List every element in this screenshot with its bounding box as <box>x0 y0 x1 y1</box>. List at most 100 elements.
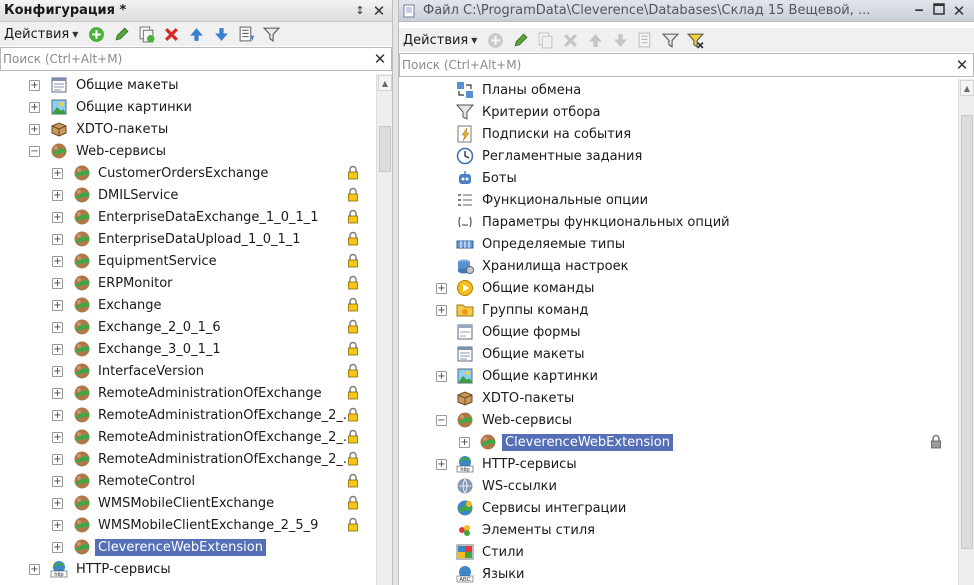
tree-item-remoteadministrationofexchange[interactable]: + RemoteAdministrationOfExchange <box>0 382 376 404</box>
vertical-scrollbar[interactable]: ▲ <box>376 74 392 585</box>
expand-icon[interactable]: + <box>52 475 63 487</box>
tree-item-wmsmobileclientexchange[interactable]: + WMSMobileClientExchange <box>0 492 376 514</box>
tree-item-сервисы-интеграции[interactable]: Сервисы интеграции <box>399 497 958 519</box>
actions-menu[interactable]: Действия ▼ <box>2 27 80 42</box>
tree-item-remoteadministrationofexchange-2[interactable]: + RemoteAdministrationOfExchange_2_... <box>0 426 376 448</box>
tree-item-параметры-функциональных-опций[interactable]: Параметры функциональных опций <box>399 211 958 233</box>
tree-item-http-сервисы[interactable]: + http HTTP-сервисы <box>399 453 958 475</box>
expand-icon[interactable]: + <box>52 453 63 465</box>
tree-item-боты[interactable]: Боты <box>399 167 958 189</box>
expand-icon[interactable]: + <box>459 436 470 448</box>
delete-icon[interactable] <box>561 31 580 50</box>
copy-icon[interactable] <box>536 31 555 50</box>
tree-item-equipmentservice[interactable]: + EquipmentService <box>0 250 376 272</box>
tree-item-cleverencewebextension[interactable]: + CleverenceWebExtension <box>0 536 376 558</box>
expand-icon[interactable]: + <box>52 211 63 223</box>
tree-item-erpmonitor[interactable]: + ERPMonitor <box>0 272 376 294</box>
tree-item-cleverencewebextension[interactable]: + CleverenceWebExtension <box>399 431 958 453</box>
expand-icon[interactable]: + <box>52 365 63 377</box>
tree-item-exchange-3-0-1-1[interactable]: + Exchange_3_0_1_1 <box>0 338 376 360</box>
filter-icon[interactable] <box>661 31 680 50</box>
tree-item-web-сервисы[interactable]: − Web-сервисы <box>0 140 376 162</box>
clear-search-icon[interactable]: ✕ <box>953 56 971 74</box>
collapse-icon[interactable]: − <box>29 145 40 157</box>
tree-item-хранилища-настроек[interactable]: Хранилища настроек <box>399 255 958 277</box>
move-down-icon[interactable] <box>611 31 630 50</box>
expand-icon[interactable]: + <box>29 123 40 135</box>
close-icon[interactable]: ✕ <box>951 3 967 19</box>
tree-item-общие-картинки[interactable]: + Общие картинки <box>0 96 376 118</box>
delete-icon[interactable] <box>162 25 181 44</box>
scroll-thumb[interactable] <box>961 115 973 549</box>
expand-icon[interactable]: + <box>436 458 447 470</box>
tree-item-xdto-пакеты[interactable]: + XDTO-пакеты <box>0 118 376 140</box>
expand-icon[interactable]: + <box>52 233 63 245</box>
expand-icon[interactable]: + <box>436 370 447 382</box>
expand-icon[interactable]: + <box>52 343 63 355</box>
tree-item-ws-ссылки[interactable]: WS-ссылки <box>399 475 958 497</box>
expand-icon[interactable]: + <box>52 541 63 553</box>
tree-item-подписки-на-события[interactable]: Подписки на события <box>399 123 958 145</box>
sort-list-icon[interactable] <box>636 31 655 50</box>
tree-item-определяемые-типы[interactable]: Определяемые типы <box>399 233 958 255</box>
tree-item-remoteadministrationofexchange-2[interactable]: + RemoteAdministrationOfExchange_2_... <box>0 448 376 470</box>
move-down-icon[interactable] <box>212 25 231 44</box>
clear-filter-icon[interactable] <box>686 31 705 50</box>
edit-icon[interactable] <box>511 31 530 50</box>
filter-icon[interactable] <box>262 25 281 44</box>
expand-icon[interactable]: + <box>29 563 40 575</box>
close-icon[interactable]: ✕ <box>371 3 387 19</box>
tree-item-enterprisedataupload-1-0-1-1[interactable]: + EnterpriseDataUpload_1_0_1_1 <box>0 228 376 250</box>
add-icon[interactable] <box>87 25 106 44</box>
pin-icon[interactable]: ↕ <box>352 3 368 19</box>
expand-icon[interactable]: + <box>52 387 63 399</box>
clear-search-icon[interactable]: ✕ <box>371 50 389 68</box>
tree-item-общие-макеты[interactable]: + Общие макеты <box>0 74 376 96</box>
vertical-scrollbar[interactable]: ▲ <box>958 79 974 585</box>
expand-icon[interactable]: + <box>52 431 63 443</box>
tree-item-группы-команд[interactable]: + Группы команд <box>399 299 958 321</box>
tree-item-exchange-2-0-1-6[interactable]: + Exchange_2_0_1_6 <box>0 316 376 338</box>
edit-icon[interactable] <box>112 25 131 44</box>
tree-item-элементы-стиля[interactable]: Элементы стиля <box>399 519 958 541</box>
scroll-thumb[interactable] <box>379 126 391 172</box>
tree-item-стили[interactable]: Стили <box>399 541 958 563</box>
tree-item-общие-команды[interactable]: + Общие команды <box>399 277 958 299</box>
tree-item-планы-обмена[interactable]: Планы обмена <box>399 79 958 101</box>
tree-item-wmsmobileclientexchange-2-5-9[interactable]: + WMSMobileClientExchange_2_5_9 <box>0 514 376 536</box>
actions-menu[interactable]: Действия ▼ <box>401 33 479 48</box>
tree-item-enterprisedataexchange-1-0-1-1[interactable]: + EnterpriseDataExchange_1_0_1_1 <box>0 206 376 228</box>
tree-item-языки[interactable]: ABC Языки <box>399 563 958 585</box>
expand-icon[interactable]: + <box>52 409 63 421</box>
expand-icon[interactable]: + <box>52 299 63 311</box>
expand-icon[interactable]: + <box>52 321 63 333</box>
tree-item-customerordersexchange[interactable]: + CustomerOrdersExchange <box>0 162 376 184</box>
tree-item-общие-картинки[interactable]: + Общие картинки <box>399 365 958 387</box>
minimize-icon[interactable]: ‒ <box>911 3 927 19</box>
expand-icon[interactable]: + <box>436 282 447 294</box>
search-input[interactable] <box>402 55 951 75</box>
expand-icon[interactable]: + <box>52 497 63 509</box>
expand-icon[interactable]: + <box>29 79 40 91</box>
tree-item-критерии-отбора[interactable]: Критерии отбора <box>399 101 958 123</box>
tree-item-xdto-пакеты[interactable]: XDTO-пакеты <box>399 387 958 409</box>
scroll-up-icon[interactable]: ▲ <box>960 80 974 96</box>
move-up-icon[interactable] <box>586 31 605 50</box>
expand-icon[interactable]: + <box>52 255 63 267</box>
tree-item-web-сервисы[interactable]: − Web-сервисы <box>399 409 958 431</box>
tree-item-remoteadministrationofexchange-2[interactable]: + RemoteAdministrationOfExchange_2_... <box>0 404 376 426</box>
tree-item-функциональные-опции[interactable]: Функциональные опции <box>399 189 958 211</box>
copy-icon[interactable] <box>137 25 156 44</box>
expand-icon[interactable]: + <box>52 519 63 531</box>
scroll-up-icon[interactable]: ▲ <box>378 75 392 91</box>
tree-item-общие-макеты[interactable]: Общие макеты <box>399 343 958 365</box>
sort-list-icon[interactable] <box>237 25 256 44</box>
maximize-icon[interactable] <box>931 3 947 19</box>
expand-icon[interactable]: + <box>52 189 63 201</box>
add-icon[interactable] <box>486 31 505 50</box>
tree-item-http-сервисы[interactable]: + http HTTP-сервисы <box>0 558 376 580</box>
expand-icon[interactable]: + <box>52 277 63 289</box>
search-input[interactable] <box>3 49 369 69</box>
move-up-icon[interactable] <box>187 25 206 44</box>
expand-icon[interactable]: + <box>29 101 40 113</box>
